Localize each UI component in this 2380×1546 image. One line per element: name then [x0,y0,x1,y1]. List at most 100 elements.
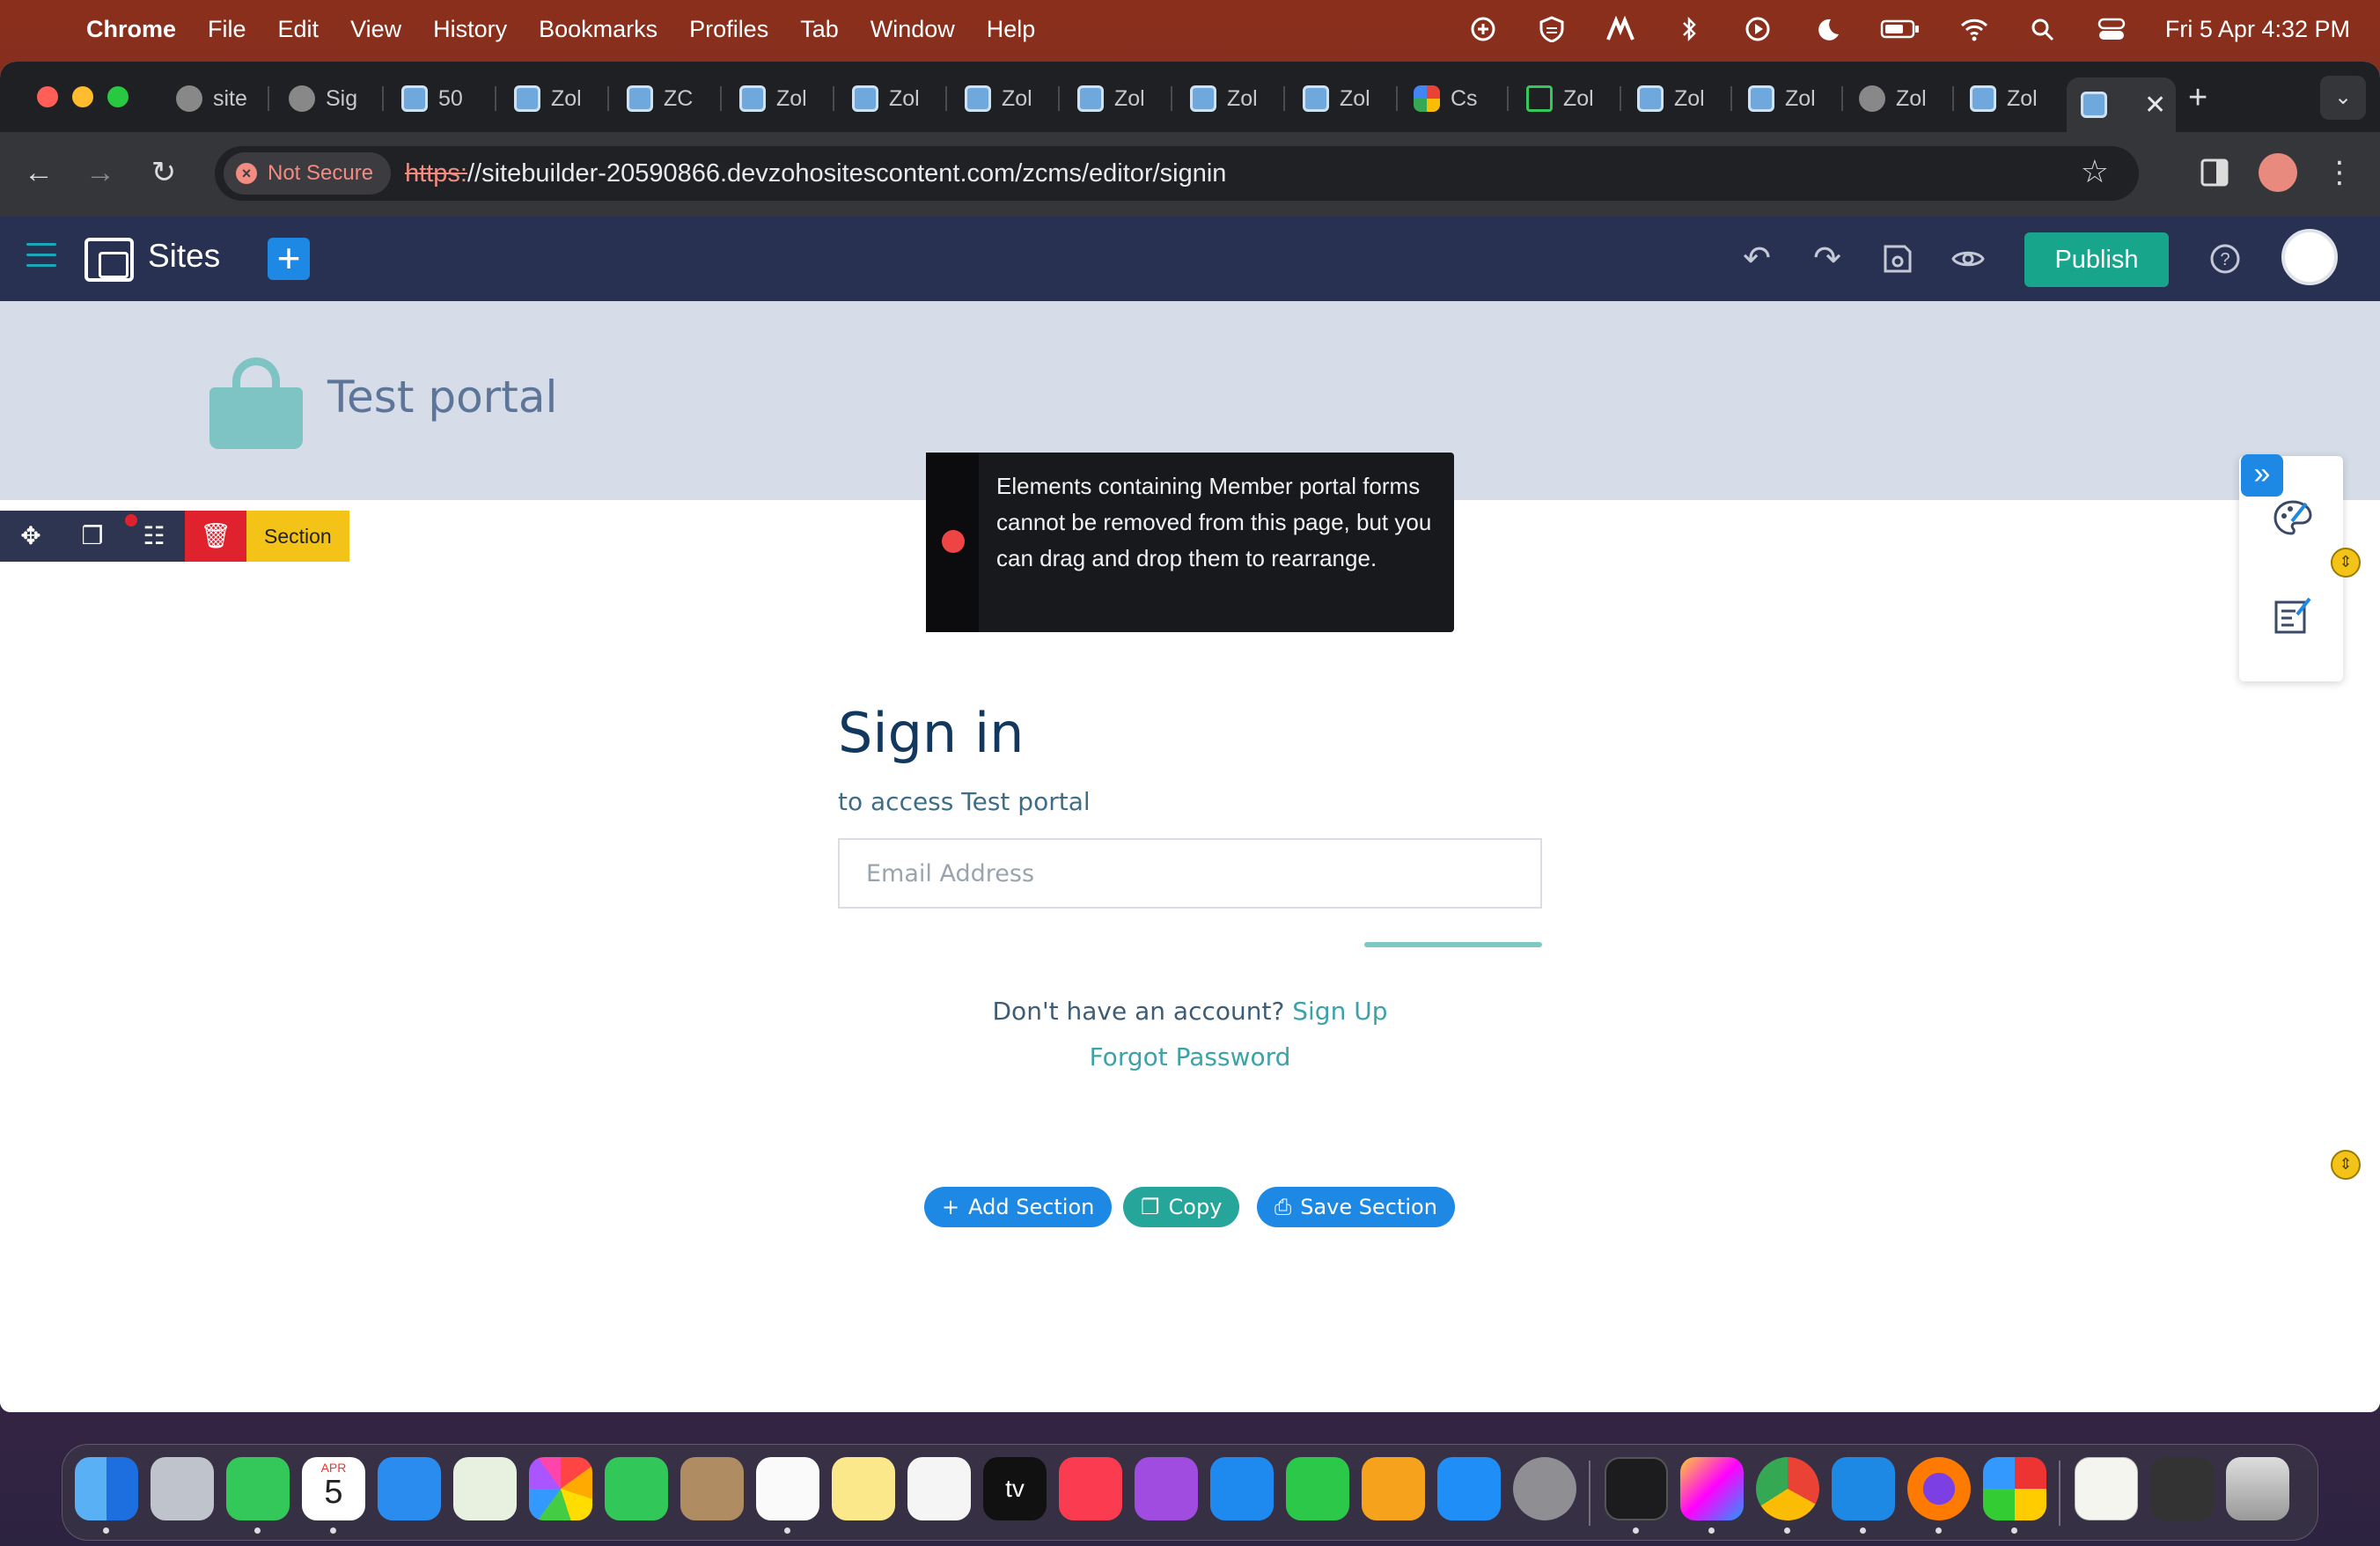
add-element-button[interactable]: + [268,238,310,280]
tab-5[interactable]: ZC [627,77,722,120]
tab-17[interactable]: Zol [1970,77,2065,120]
notes-icon[interactable] [832,1457,895,1520]
bookmark-star-icon[interactable]: ☆ [2081,153,2109,190]
tab-2[interactable]: Sig [289,77,384,120]
menu-edit[interactable]: Edit [278,16,320,43]
trash-icon[interactable] [2226,1457,2289,1520]
settings-sliders-icon[interactable]: ☷ [123,511,185,562]
duplicate-icon[interactable]: ❐ [62,511,123,562]
side-panel-icon[interactable] [2195,153,2234,192]
tab-active[interactable]: ✕ [2067,77,2176,132]
spotlight-search-icon[interactable] [2028,16,2058,42]
tab-8[interactable]: Zol [965,77,1060,120]
tab-7[interactable]: Zol [852,77,947,120]
copy-button[interactable]: ❐ Copy [1123,1187,1240,1227]
section-resize-toggle-icon[interactable]: ⇕ [2331,548,2361,578]
profile-avatar-icon[interactable] [2259,153,2297,192]
finder-icon[interactable] [75,1457,138,1520]
minimize-window-button[interactable] [72,86,93,107]
address-bar[interactable]: × Not Secure https://sitebuilder-2059086… [215,146,2139,201]
battery-icon[interactable] [1880,16,1921,42]
control-center-icon[interactable] [2097,16,2127,42]
vscode-icon[interactable] [1832,1457,1895,1520]
document-icon[interactable] [2075,1457,2138,1520]
tab-1[interactable]: site [176,77,269,120]
firefox-icon[interactable] [1907,1457,1971,1520]
tab-3[interactable]: 50 [401,77,496,120]
menubar-clock[interactable]: Fri 5 Apr 4:32 PM [2165,16,2350,43]
photos-icon[interactable] [529,1457,592,1520]
chrome-dock-icon[interactable] [1756,1457,1819,1520]
shield-status-icon[interactable] [1537,16,1567,42]
color-app-icon[interactable] [1983,1457,2046,1520]
keynote-icon[interactable] [1210,1457,1274,1520]
palette-brush-icon[interactable] [2271,497,2315,541]
menu-help[interactable]: Help [987,16,1036,43]
wifi-icon[interactable] [1959,16,1989,42]
signup-link[interactable]: Sign Up [1292,997,1387,1026]
tab-4[interactable]: Zol [514,77,609,120]
play-status-icon[interactable] [1743,16,1773,42]
new-tab-plus-icon[interactable]: + [2188,79,2207,117]
close-window-button[interactable] [37,86,58,107]
not-secure-chip[interactable]: × Not Secure [224,152,392,195]
apple-tv-icon[interactable]: tv [983,1457,1047,1520]
intellij-icon[interactable] [1680,1457,1744,1520]
messages-icon[interactable] [226,1457,290,1520]
numbers-icon[interactable] [1286,1457,1349,1520]
menu-app-name[interactable]: Chrome [86,16,176,43]
email-field[interactable] [838,838,1542,909]
section-resize-toggle-icon[interactable]: ⇕ [2331,1150,2361,1180]
url-text[interactable]: https://sitebuilder-20590866.devzohosite… [405,159,1226,188]
preview-eye-icon[interactable] [1950,241,1986,276]
add-section-button[interactable]: + Add Section [924,1187,1113,1227]
tab-12[interactable]: Cs [1414,77,1509,120]
tab-11[interactable]: Zol [1303,77,1398,120]
app-status-icon[interactable] [1605,16,1635,42]
maps-icon[interactable] [453,1457,517,1520]
freeform-icon[interactable] [907,1457,971,1520]
tab-10[interactable]: Zol [1190,77,1285,120]
back-arrow-icon[interactable]: ← [21,155,56,190]
save-icon[interactable] [1880,241,1915,276]
save-section-button[interactable]: ⎙ Save Section [1257,1187,1455,1227]
reload-icon[interactable]: ↻ [146,155,181,190]
minimized-window-icon[interactable] [2150,1457,2214,1520]
tab-16[interactable]: Zol [1859,77,1954,120]
apple-menu-icon[interactable] [35,16,58,42]
vpn-status-icon[interactable] [1468,16,1498,42]
system-settings-icon[interactable] [1513,1457,1576,1520]
forgot-password-link[interactable]: Forgot Password [838,1042,1542,1071]
mail-icon[interactable] [378,1457,441,1520]
chrome-menu-kebab-icon[interactable]: ⋮ [2320,153,2359,192]
publish-button[interactable]: Publish [2024,232,2169,287]
facetime-icon[interactable] [605,1457,668,1520]
menu-bookmarks[interactable]: Bookmarks [539,16,657,43]
menu-history[interactable]: History [433,16,507,43]
help-question-icon[interactable]: ? [2207,241,2243,276]
user-avatar[interactable] [2281,229,2338,285]
tab-15[interactable]: Zol [1748,77,1843,120]
undo-icon[interactable]: ↶ [1739,241,1774,276]
tab-search-chevron-icon[interactable]: ⌄ [2320,76,2366,120]
podcasts-icon[interactable] [1135,1457,1198,1520]
pages-icon[interactable] [1362,1457,1425,1520]
hamburger-menu-icon[interactable] [26,243,56,275]
close-tab-icon[interactable]: ✕ [2144,90,2166,121]
menu-view[interactable]: View [350,16,401,43]
menu-window[interactable]: Window [870,16,955,43]
portal-title[interactable]: Test portal [327,372,557,423]
tab-6[interactable]: Zol [739,77,834,120]
app-store-icon[interactable] [1437,1457,1501,1520]
zoom-window-button[interactable] [107,86,129,107]
reminders-icon[interactable] [756,1457,819,1520]
bluetooth-icon[interactable] [1674,16,1704,42]
tab-13[interactable]: Zol [1526,77,1621,120]
tab-14[interactable]: Zol [1637,77,1732,120]
menu-tab[interactable]: Tab [800,16,839,43]
edit-form-icon[interactable] [2271,593,2315,637]
launchpad-icon[interactable] [151,1457,214,1520]
menu-profiles[interactable]: Profiles [689,16,768,43]
focus-moon-icon[interactable] [1811,16,1841,42]
menu-file[interactable]: File [208,16,246,43]
